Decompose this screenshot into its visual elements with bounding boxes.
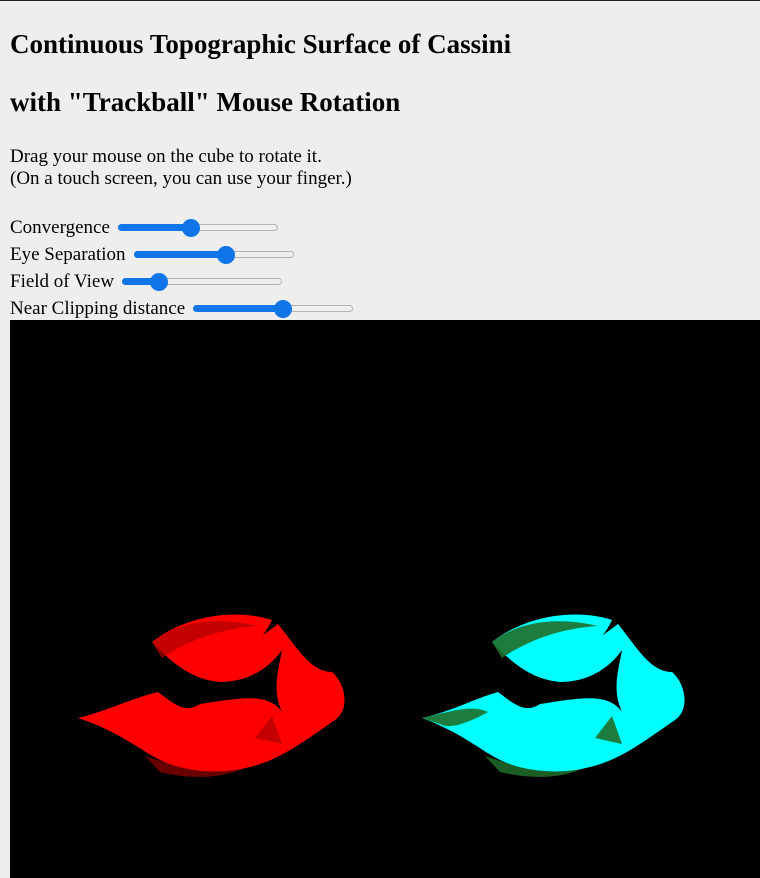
near-clipping-control: Near Clipping distance bbox=[10, 297, 354, 321]
slider-fill bbox=[193, 305, 283, 312]
near-clipping-label: Near Clipping distance bbox=[10, 298, 186, 319]
stereo-render[interactable] bbox=[10, 320, 760, 878]
slider-thumb[interactable] bbox=[182, 219, 201, 237]
eye-separation-slider[interactable] bbox=[133, 245, 294, 265]
field-of-view-control: Field of View bbox=[10, 270, 283, 294]
instructions: Drag your mouse on the cube to rotate it… bbox=[10, 146, 352, 190]
webgl-canvas[interactable] bbox=[10, 320, 760, 878]
slider-fill bbox=[117, 224, 192, 231]
slider-thumb[interactable] bbox=[217, 246, 236, 264]
page-title: Continuous Topographic Surface of Cassin… bbox=[10, 29, 512, 59]
near-clipping-slider[interactable] bbox=[193, 299, 354, 319]
convergence-control: Convergence bbox=[10, 216, 278, 240]
eye-separation-label: Eye Separation bbox=[10, 244, 126, 265]
slider-fill bbox=[133, 251, 227, 258]
field-of-view-slider[interactable] bbox=[122, 272, 283, 292]
eye-separation-control: Eye Separation bbox=[10, 243, 294, 267]
instruction-line-2: (On a touch screen, you can use your fin… bbox=[10, 168, 352, 189]
field-of-view-label: Field of View bbox=[10, 271, 115, 292]
page-subtitle: with "Trackball" Mouse Rotation bbox=[10, 87, 401, 117]
slider-thumb[interactable] bbox=[149, 273, 168, 291]
convergence-label: Convergence bbox=[10, 217, 110, 238]
convergence-slider[interactable] bbox=[117, 218, 278, 238]
slider-thumb[interactable] bbox=[273, 300, 292, 318]
canvas-background bbox=[10, 320, 760, 878]
instruction-line-1: Drag your mouse on the cube to rotate it… bbox=[10, 146, 322, 167]
